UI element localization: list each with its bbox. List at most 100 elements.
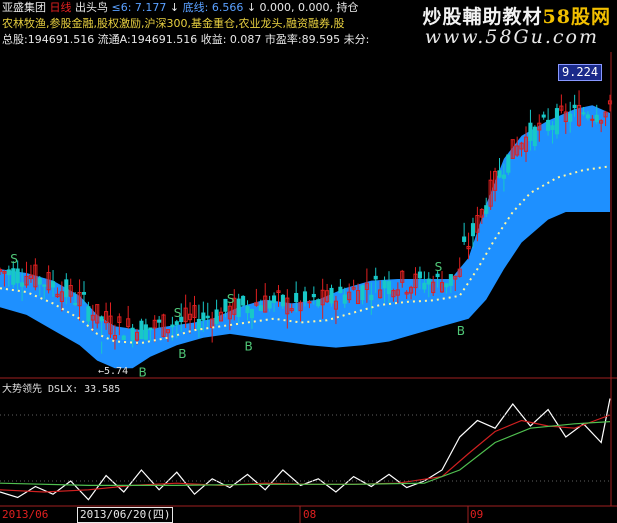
candle-body: [470, 223, 476, 237]
candle-body: [506, 154, 511, 173]
candle-body: [214, 309, 219, 324]
candle-body: [444, 283, 449, 288]
candle-body: [528, 122, 533, 141]
candle-body: [382, 280, 387, 289]
candle-body: [342, 294, 347, 304]
candle-body: [386, 281, 392, 295]
candle-body: [143, 324, 148, 340]
candle-body: [267, 300, 272, 309]
candle-body: [130, 327, 135, 341]
title-segment: ↓: [169, 1, 183, 14]
candle-body: [249, 309, 255, 319]
candle-body: [258, 305, 263, 311]
signal-label: S: [435, 260, 443, 274]
candle-body: [568, 113, 573, 122]
candle-body: [245, 305, 250, 314]
panel-dividers: [0, 52, 617, 523]
candle-body: [241, 295, 246, 306]
title-segment: ≤6: 7.177: [111, 1, 170, 14]
x-axis-label-sep: 09: [470, 508, 484, 521]
candle-body: [201, 312, 206, 321]
candle-body: [157, 319, 162, 323]
watermark-logo: 炒股輔助教材58股网: [422, 6, 611, 28]
candle-body: [139, 320, 144, 340]
candle-body: [11, 268, 16, 285]
candle-body: [581, 112, 586, 115]
candle-body: [50, 281, 56, 288]
candle-body: [170, 324, 175, 328]
candle-body: [73, 302, 78, 305]
low-price-label: ←5.74: [98, 366, 129, 377]
candle-body: [294, 292, 299, 303]
signal-label: B: [245, 339, 253, 353]
candle-body: [99, 316, 104, 322]
stock-title-line: 亚盛集团 日线 出头鸟 ≤6: 7.177 ↓ 底线: 6.566 ↓ 0.00…: [2, 1, 359, 15]
title-segment: 日线: [49, 1, 75, 14]
candle-body: [15, 268, 20, 284]
indicator-header: 大势领先 DSLX: 33.585: [2, 384, 121, 395]
title-segment: 底线: 6.566: [182, 1, 247, 14]
candle-body: [316, 299, 321, 307]
candle-body: [64, 279, 69, 298]
osc-line-green: [0, 421, 611, 486]
candle-body: [594, 114, 599, 123]
candle-body: [302, 291, 308, 302]
candle-body: [311, 293, 316, 298]
candle-body: [236, 298, 241, 317]
x-axis-label-jun: 2013/06: [2, 508, 49, 521]
title-segment: 亚盛集团: [2, 1, 50, 14]
candle-body: [373, 275, 378, 280]
candle-body: [369, 294, 374, 301]
signal-label: B: [138, 365, 146, 379]
candle-body: [532, 126, 537, 147]
candle-body: [550, 125, 555, 130]
title-segment: ↓ 0.000, 0.000, 持仓: [246, 1, 359, 14]
signal-label: B: [178, 347, 186, 361]
candle-body: [196, 318, 201, 330]
candle-body: [448, 274, 453, 286]
candle-body: [572, 104, 577, 109]
candle-body: [462, 236, 467, 242]
candle-body: [121, 335, 126, 341]
x-axis-label-aug: 08: [303, 508, 317, 521]
candle-body: [426, 278, 431, 285]
signal-label: S: [10, 252, 18, 266]
signal-label: S: [227, 292, 235, 306]
signal-label: S: [174, 306, 182, 320]
candle-body: [585, 114, 590, 119]
candle-body: [484, 205, 489, 214]
candle-body: [497, 170, 502, 178]
candle-body: [360, 285, 365, 301]
signal-label: B: [457, 324, 465, 338]
current-price-label: 9.224: [558, 64, 602, 81]
candle-body: [205, 315, 210, 319]
candle-body: [280, 294, 285, 307]
candle-body: [501, 174, 506, 179]
candle-body: [554, 108, 560, 135]
candle-body: [307, 301, 312, 304]
stock-chart[interactable]: S B S B S B S B: [0, 0, 617, 523]
candle-body: [148, 327, 153, 331]
concept-tags-line: 农林牧渔,参股金融,股权激励,沪深300,基金重仓,农业龙头,融资融券,股: [2, 17, 345, 30]
osc-line-red: [0, 414, 611, 493]
candle-body: [272, 295, 277, 303]
candle-body: [42, 284, 47, 287]
candle-body: [338, 286, 343, 294]
candle-body: [37, 277, 42, 285]
selected-date-box[interactable]: 2013/06/20(四): [77, 507, 174, 523]
band-area: [0, 105, 610, 369]
candle-body: [546, 119, 551, 131]
candle-body: [81, 292, 87, 295]
price-panel[interactable]: S B S B S B S B: [0, 90, 613, 379]
candle-body: [590, 118, 595, 121]
indicator-panel[interactable]: [0, 398, 611, 501]
title-segment: 出头鸟: [75, 1, 112, 14]
candle-body: [435, 273, 440, 278]
candle-body: [20, 282, 25, 287]
watermark-url: www.58Gu.com: [424, 26, 599, 48]
candle-body: [6, 269, 11, 276]
candle-body: [422, 282, 427, 290]
share-stats-line: 总股:194691.516 流通A:194691.516 收益: 0.087 市…: [2, 33, 370, 46]
candle-body: [174, 321, 179, 326]
candle-body: [86, 306, 91, 322]
